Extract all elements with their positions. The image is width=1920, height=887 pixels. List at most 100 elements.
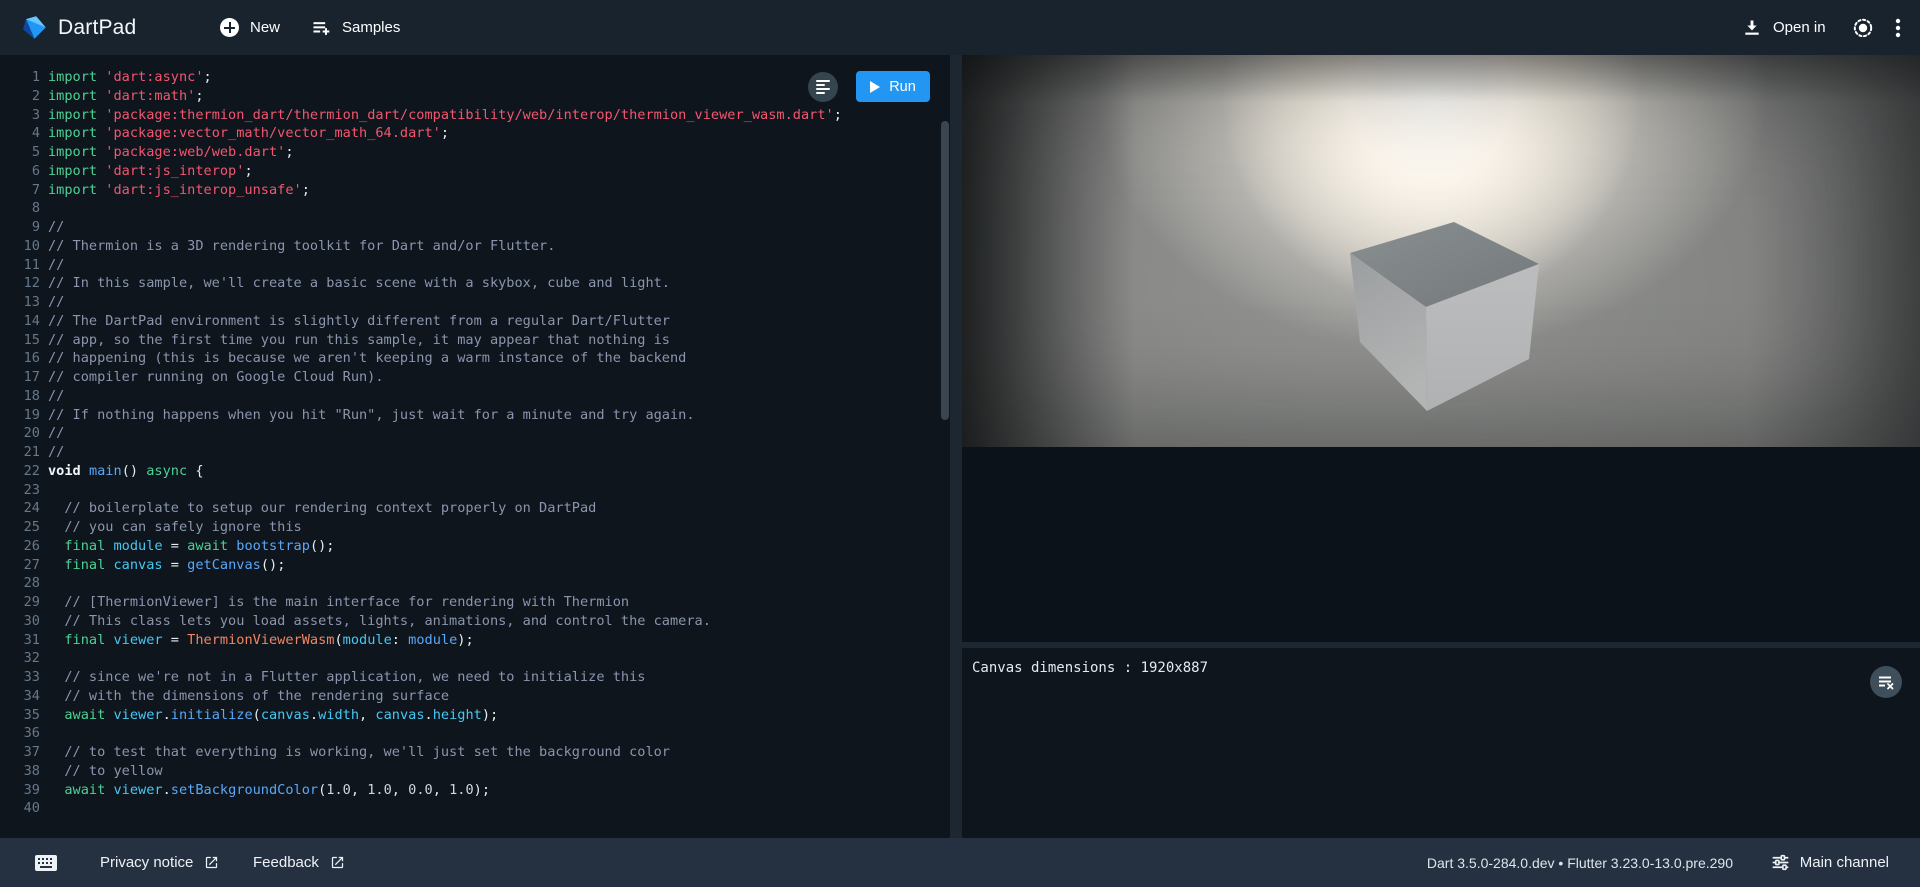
code-line[interactable]: 35 await viewer.initialize(canvas.width,… xyxy=(0,706,950,725)
code-line-text: final viewer = ThermionViewerWasm(module… xyxy=(40,631,474,650)
code-line[interactable]: 11// xyxy=(0,256,950,275)
line-number: 2 xyxy=(0,87,40,106)
format-button[interactable] xyxy=(808,72,838,102)
samples-button[interactable]: Samples xyxy=(305,0,406,55)
code-line[interactable]: 10// Thermion is a 3D rendering toolkit … xyxy=(0,237,950,256)
code-line[interactable]: 15// app, so the first time you run this… xyxy=(0,331,950,350)
code-line[interactable]: 40 xyxy=(0,799,950,818)
code-line-text: // xyxy=(40,218,64,237)
code-line[interactable]: 39 await viewer.setBackgroundColor(1.0, … xyxy=(0,781,950,800)
code-line[interactable]: 34 // with the dimensions of the renderi… xyxy=(0,687,950,706)
code-editor[interactable]: 1import 'dart:async';2import 'dart:math'… xyxy=(0,68,950,818)
line-number: 9 xyxy=(0,218,40,237)
code-line-text: import 'package:web/web.dart'; xyxy=(40,143,294,162)
code-line[interactable]: 30 // This class lets you load assets, l… xyxy=(0,612,950,631)
code-line[interactable]: 25 // you can safely ignore this xyxy=(0,518,950,537)
code-line[interactable]: 4import 'package:vector_math/vector_math… xyxy=(0,124,950,143)
code-line[interactable]: 12// In this sample, we'll create a basi… xyxy=(0,274,950,293)
code-line[interactable]: 22void main() async { xyxy=(0,462,950,481)
brightness-toggle-button[interactable] xyxy=(1845,0,1881,55)
app-title: DartPad xyxy=(58,0,136,55)
play-icon xyxy=(870,81,880,93)
line-number: 40 xyxy=(0,799,40,818)
code-line[interactable]: 28 xyxy=(0,574,950,593)
line-number: 25 xyxy=(0,518,40,537)
code-line[interactable]: 20// xyxy=(0,424,950,443)
code-line-text: // app, so the first time you run this s… xyxy=(40,331,670,350)
editor-panel: 1import 'dart:async';2import 'dart:math'… xyxy=(0,55,950,838)
line-number: 35 xyxy=(0,706,40,725)
code-line[interactable]: 33 // since we're not in a Flutter appli… xyxy=(0,668,950,687)
cube-3d xyxy=(1350,222,1542,412)
code-line-text: import 'dart:async'; xyxy=(40,68,212,87)
line-number: 4 xyxy=(0,124,40,143)
code-line[interactable]: 19// If nothing happens when you hit "Ru… xyxy=(0,406,950,425)
line-number: 20 xyxy=(0,424,40,443)
code-line-text xyxy=(40,574,48,593)
code-line-text: // to test that everything is working, w… xyxy=(40,743,670,762)
code-line[interactable]: 7import 'dart:js_interop_unsafe'; xyxy=(0,181,950,200)
line-number: 31 xyxy=(0,631,40,650)
code-line[interactable]: 37 // to test that everything is working… xyxy=(0,743,950,762)
line-number: 16 xyxy=(0,349,40,368)
code-line-text: await viewer.initialize(canvas.width, ca… xyxy=(40,706,498,725)
plus-circle-icon xyxy=(220,18,239,37)
code-line[interactable]: 6import 'dart:js_interop'; xyxy=(0,162,950,181)
render-canvas[interactable] xyxy=(962,55,1920,447)
line-number: 15 xyxy=(0,331,40,350)
brightness-icon xyxy=(1851,16,1875,40)
code-line[interactable]: 36 xyxy=(0,724,950,743)
code-line[interactable]: 3import 'package:thermion_dart/thermion_… xyxy=(0,106,950,125)
code-line[interactable]: 32 xyxy=(0,649,950,668)
line-number: 22 xyxy=(0,462,40,481)
version-info: Dart 3.5.0-284.0.dev • Flutter 3.23.0-13… xyxy=(1427,838,1733,887)
code-line-text: // since we're not in a Flutter applicat… xyxy=(40,668,645,687)
feedback-link[interactable]: Feedback xyxy=(253,838,345,887)
code-line[interactable]: 23 xyxy=(0,481,950,500)
overflow-menu-button[interactable] xyxy=(1889,0,1907,55)
new-button[interactable]: New xyxy=(214,0,286,55)
code-line[interactable]: 31 final viewer = ThermionViewerWasm(mod… xyxy=(0,631,950,650)
dart-logo-icon xyxy=(21,14,48,41)
open-in-button[interactable]: Open in xyxy=(1736,0,1832,55)
code-line-text: // xyxy=(40,424,64,443)
code-line-text: // xyxy=(40,443,64,462)
code-line-text: final module = await bootstrap(); xyxy=(40,537,335,556)
run-button[interactable]: Run xyxy=(856,71,930,102)
new-button-label: New xyxy=(250,19,280,36)
code-line-text: import 'dart:math'; xyxy=(40,87,204,106)
panel-splitter-vertical[interactable] xyxy=(950,55,962,838)
code-line[interactable]: 16// happening (this is because we aren'… xyxy=(0,349,950,368)
code-line-text xyxy=(40,724,48,743)
channel-selector[interactable]: Main channel xyxy=(1771,838,1889,887)
code-line[interactable]: 8 xyxy=(0,199,950,218)
code-line-text xyxy=(40,649,48,668)
code-line-text: // In this sample, we'll create a basic … xyxy=(40,274,670,293)
code-line[interactable]: 13// xyxy=(0,293,950,312)
line-number: 38 xyxy=(0,762,40,781)
code-line[interactable]: 27 final canvas = getCanvas(); xyxy=(0,556,950,575)
privacy-notice-link[interactable]: Privacy notice xyxy=(100,838,219,887)
line-number: 39 xyxy=(0,781,40,800)
code-line[interactable]: 24 // boilerplate to setup our rendering… xyxy=(0,499,950,518)
code-line[interactable]: 9// xyxy=(0,218,950,237)
line-number: 36 xyxy=(0,724,40,743)
code-line[interactable]: 5import 'package:web/web.dart'; xyxy=(0,143,950,162)
code-line-text xyxy=(40,199,48,218)
line-number: 19 xyxy=(0,406,40,425)
code-line[interactable]: 18// xyxy=(0,387,950,406)
code-line[interactable]: 17// compiler running on Google Cloud Ru… xyxy=(0,368,950,387)
line-number: 8 xyxy=(0,199,40,218)
code-line[interactable]: 38 // to yellow xyxy=(0,762,950,781)
code-line[interactable]: 29 // [ThermionViewer] is the main inter… xyxy=(0,593,950,612)
code-line[interactable]: 14// The DartPad environment is slightly… xyxy=(0,312,950,331)
code-line[interactable]: 26 final module = await bootstrap(); xyxy=(0,537,950,556)
line-number: 32 xyxy=(0,649,40,668)
keyboard-shortcuts-button[interactable] xyxy=(28,838,64,887)
console-panel: Canvas dimensions : 1920x887 xyxy=(962,648,1920,838)
editor-scrollbar[interactable] xyxy=(941,121,949,420)
download-icon xyxy=(1742,18,1762,38)
line-number: 5 xyxy=(0,143,40,162)
code-line[interactable]: 21// xyxy=(0,443,950,462)
clear-console-button[interactable] xyxy=(1870,666,1902,698)
